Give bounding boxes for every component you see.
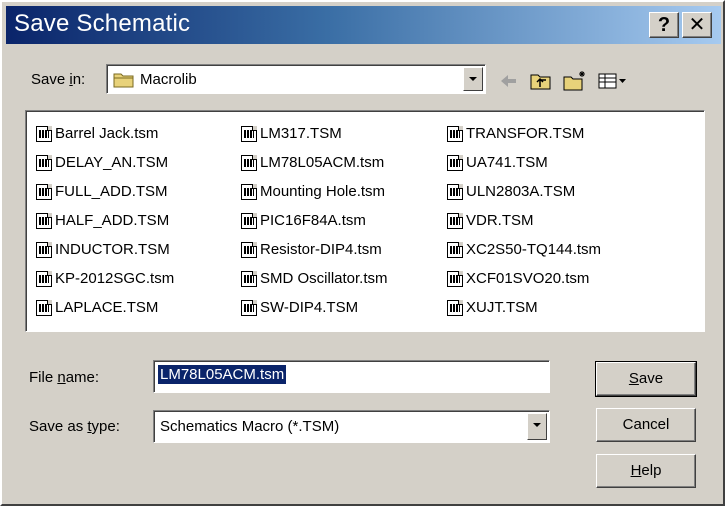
file-item[interactable]: PIC16F84A.tsm: [241, 206, 388, 235]
file-name-label: File name:: [29, 369, 100, 386]
file-item-label: ULN2803A.TSM: [466, 183, 576, 200]
file-item-label: XC2S50-TQ144.tsm: [466, 241, 602, 258]
folder-icon: [113, 71, 135, 92]
file-item[interactable]: FULL_ADD.TSM: [36, 177, 174, 206]
chevron-down-icon[interactable]: [463, 67, 483, 91]
file-item-label: SW-DIP4.TSM: [260, 299, 359, 316]
chevron-down-icon[interactable]: [527, 413, 547, 440]
file-item[interactable]: XC2S50-TQ144.tsm: [447, 235, 601, 264]
save-in-dropdown[interactable]: Macrolib: [106, 64, 486, 94]
question-mark-icon: ?: [657, 14, 671, 36]
save-in-label: Save in:: [31, 71, 86, 88]
file-item[interactable]: LM78L05ACM.tsm: [241, 148, 388, 177]
file-item[interactable]: SW-DIP4.TSM: [241, 293, 388, 322]
save-as-type-label: Save as type:: [29, 418, 120, 435]
file-name-value: LM78L05ACM.tsm: [158, 365, 287, 384]
file-item[interactable]: KP-2012SGC.tsm: [36, 264, 174, 293]
file-item-label: FULL_ADD.TSM: [55, 183, 168, 200]
tsm-file-icon: [241, 241, 257, 258]
tsm-file-icon: [241, 299, 257, 316]
back-arrow-icon[interactable]: [497, 70, 519, 92]
save-as-type-dropdown[interactable]: Schematics Macro (*.TSM): [153, 410, 550, 443]
file-item-label: LAPLACE.TSM: [55, 299, 159, 316]
file-item[interactable]: UA741.TSM: [447, 148, 601, 177]
file-item-label: UA741.TSM: [466, 154, 548, 171]
file-item-label: VDR.TSM: [466, 212, 534, 229]
tsm-file-icon: [241, 183, 257, 200]
file-item-label: PIC16F84A.tsm: [260, 212, 366, 229]
tsm-file-icon: [447, 125, 463, 142]
save-button[interactable]: Save: [595, 361, 697, 397]
tsm-file-icon: [447, 212, 463, 229]
file-item-label: Resistor-DIP4.tsm: [260, 241, 382, 258]
file-item-label: XUJT.TSM: [466, 299, 538, 316]
up-folder-icon[interactable]: [529, 70, 553, 92]
save-as-type-value: Schematics Macro (*.TSM): [160, 418, 340, 435]
file-item[interactable]: HALF_ADD.TSM: [36, 206, 174, 235]
tsm-file-icon: [447, 183, 463, 200]
file-item[interactable]: LM317.TSM: [241, 119, 388, 148]
file-list[interactable]: Barrel Jack.tsm DELAY_AN.TSM FULL_ADD.TSM H…: [25, 110, 705, 332]
tsm-file-icon: [36, 270, 52, 287]
file-item-label: KP-2012SGC.tsm: [55, 270, 175, 287]
file-item[interactable]: LAPLACE.TSM: [36, 293, 174, 322]
tsm-file-icon: [241, 125, 257, 142]
file-column-1: Barrel Jack.tsm DELAY_AN.TSM FULL_ADD.TSM H…: [36, 119, 174, 322]
file-item[interactable]: ULN2803A.TSM: [447, 177, 601, 206]
tsm-file-icon: [447, 154, 463, 171]
help-button[interactable]: Help: [596, 454, 696, 488]
file-item[interactable]: Barrel Jack.tsm: [36, 119, 174, 148]
file-item-label: Barrel Jack.tsm: [55, 125, 159, 142]
tsm-file-icon: [36, 125, 52, 142]
dialog-title: Save Schematic: [14, 10, 191, 37]
file-item[interactable]: DELAY_AN.TSM: [36, 148, 174, 177]
file-item-label: DELAY_AN.TSM: [55, 154, 169, 171]
save-dialog: Save Schematic ? ✕ Save in: Macrolib Bar…: [0, 0, 725, 506]
tsm-file-icon: [447, 270, 463, 287]
file-column-2: LM317.TSM LM78L05ACM.tsm Mounting Hole.tsm…: [241, 119, 388, 322]
tsm-file-icon: [241, 154, 257, 171]
file-item[interactable]: XUJT.TSM: [447, 293, 601, 322]
file-item-label: LM317.TSM: [260, 125, 342, 142]
tsm-file-icon: [36, 212, 52, 229]
file-item-label: Mounting Hole.tsm: [260, 183, 386, 200]
file-item-label: SMD Oscillator.tsm: [260, 270, 388, 287]
new-folder-icon[interactable]: [562, 70, 588, 92]
tsm-file-icon: [241, 270, 257, 287]
file-item[interactable]: Mounting Hole.tsm: [241, 177, 388, 206]
view-menu-icon[interactable]: [597, 70, 629, 92]
close-icon: ✕: [688, 14, 706, 36]
save-in-value: Macrolib: [140, 71, 197, 88]
file-column-3: TRANSFOR.TSM UA741.TSM ULN2803A.TSM VDR.TSM…: [447, 119, 601, 322]
file-item-label: TRANSFOR.TSM: [466, 125, 585, 142]
close-button[interactable]: ✕: [682, 12, 712, 38]
title-bar[interactable]: Save Schematic ? ✕: [6, 6, 721, 44]
file-item[interactable]: XCF01SVO20.tsm: [447, 264, 601, 293]
file-item[interactable]: VDR.TSM: [447, 206, 601, 235]
file-item[interactable]: Resistor-DIP4.tsm: [241, 235, 388, 264]
tsm-file-icon: [241, 212, 257, 229]
tsm-file-icon: [447, 241, 463, 258]
cancel-button[interactable]: Cancel: [596, 408, 696, 442]
file-item[interactable]: TRANSFOR.TSM: [447, 119, 601, 148]
file-item-label: XCF01SVO20.tsm: [466, 270, 590, 287]
help-title-button[interactable]: ?: [649, 12, 679, 38]
tsm-file-icon: [36, 154, 52, 171]
tsm-file-icon: [36, 299, 52, 316]
file-name-field[interactable]: LM78L05ACM.tsm: [153, 360, 550, 393]
file-item-label: HALF_ADD.TSM: [55, 212, 170, 229]
tsm-file-icon: [447, 299, 463, 316]
file-item-label: INDUCTOR.TSM: [55, 241, 170, 258]
file-item[interactable]: SMD Oscillator.tsm: [241, 264, 388, 293]
tsm-file-icon: [36, 183, 52, 200]
file-item-label: LM78L05ACM.tsm: [260, 154, 385, 171]
file-item[interactable]: INDUCTOR.TSM: [36, 235, 174, 264]
tsm-file-icon: [36, 241, 52, 258]
